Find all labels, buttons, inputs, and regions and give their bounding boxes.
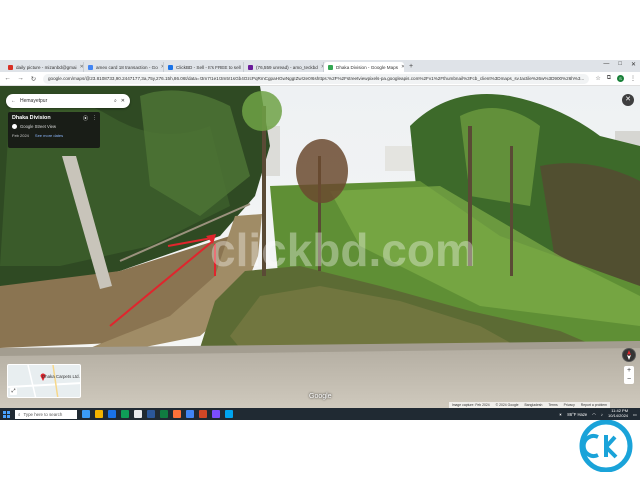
capture-date-row: Feb 2024 See more dates (12, 133, 96, 138)
tab-label: (76,559 unread) - amo_teckbd (256, 64, 318, 70)
search-icon: ⌕ (18, 411, 21, 417)
clickbd-logo (579, 420, 633, 472)
windows-start-icon[interactable] (3, 410, 10, 418)
search-input[interactable]: Hemayetpur (20, 98, 110, 104)
taskbar-app-icon[interactable] (186, 410, 194, 418)
taskbar-app-icon[interactable] (160, 410, 168, 418)
card-actions: ⦿ ⋮ (83, 115, 97, 122)
taskbar-app-icon[interactable] (95, 410, 103, 418)
clickbd-icon (168, 64, 173, 70)
capture-info: Image capture: Feb 2024 (451, 403, 490, 407)
pin-icon[interactable]: ⦿ (83, 115, 88, 122)
google-icon (12, 124, 17, 129)
tab-gmail[interactable]: daily picture - mizanbd@gmai ✕ (4, 62, 84, 72)
weather-icon[interactable]: ☀ (559, 412, 563, 417)
back-arrow-icon[interactable]: ← (11, 98, 16, 104)
maximize-button[interactable]: □ (618, 61, 622, 68)
tab-label: amex card 18 transaction - Go (96, 64, 158, 70)
minimap[interactable]: Dhaka Carpets Ltd. ⤢ (7, 364, 81, 398)
screenshot-frame: daily picture - mizanbd@gmai ✕ amex card … (0, 60, 640, 420)
clock-date: 10/14/2024 (608, 413, 629, 418)
windows-taskbar: ⌕ Type here to search ☀ 86°F Haze ◠ ♪ 11:… (0, 408, 640, 420)
google-logo: Google (309, 393, 332, 400)
search-box[interactable]: ← Hemayetpur ⌕ ✕ (6, 94, 130, 108)
tab-label: Dhaka Division - Google Maps (336, 64, 399, 70)
google-icon (88, 64, 93, 70)
address-bar: ← → ↻ google.com/maps/@23.8108733,90.244… (0, 72, 640, 86)
taskbar-app-icon[interactable] (173, 410, 181, 418)
taskbar-app-icon[interactable] (134, 410, 142, 418)
tab-google-maps[interactable]: Dhaka Division - Google Maps ✕ (324, 62, 404, 72)
dry-tree (296, 139, 348, 203)
minimap-label: Dhaka Carpets Ltd. (42, 374, 80, 379)
watermark-text: clickbd.com (210, 224, 476, 276)
window-controls: — □ ✕ (603, 61, 636, 68)
tab-google-search[interactable]: amex card 18 transaction - Go✕ (84, 62, 164, 72)
tree-trunk (510, 146, 513, 276)
report-problem-link[interactable]: Report a problem (581, 403, 607, 407)
minimap-roads (8, 365, 80, 397)
tab-strip: daily picture - mizanbd@gmai ✕ amex card … (0, 60, 640, 72)
taskbar-app-icon[interactable] (82, 410, 90, 418)
expand-map-icon[interactable]: ⤢ (10, 388, 17, 395)
wifi-icon[interactable]: ◠ (592, 412, 596, 417)
copyright: © 2024 Google (495, 403, 519, 407)
gmail-icon (8, 64, 13, 70)
toolbar-right: ☆ ⧉ S ⋮ (595, 75, 636, 82)
location-info-card: Dhaka Division Google Street View Feb 20… (8, 112, 100, 148)
weather-text[interactable]: 86°F Haze (567, 412, 587, 417)
system-tray: ☀ 86°F Haze ◠ ♪ 11:42 PM 10/14/2024 ▭ (559, 409, 637, 418)
taskbar-search[interactable]: ⌕ Type here to search (15, 409, 77, 419)
notifications-icon[interactable]: ▭ (633, 412, 637, 417)
mail-icon (248, 64, 253, 70)
close-window-button[interactable]: ✕ (631, 61, 636, 68)
taskbar-app-icon[interactable] (212, 410, 220, 418)
reload-icon[interactable]: ↻ (30, 75, 37, 83)
maps-icon (328, 64, 333, 70)
tree-canopy (242, 91, 282, 131)
zoom-out-button[interactable]: − (627, 376, 631, 383)
source-row: Google Street View (12, 124, 96, 129)
privacy-link[interactable]: Privacy (564, 403, 575, 407)
menu-icon[interactable]: ⋮ (630, 75, 636, 82)
zoom-in-button[interactable]: + (627, 367, 631, 374)
forward-icon[interactable]: → (17, 75, 24, 82)
tab-label: daily picture - mizanbd@gmai (16, 64, 77, 70)
source-label: Google Street View (20, 124, 57, 129)
taskbar-app-icon[interactable] (108, 410, 116, 418)
capture-date: Feb 2024 (12, 133, 29, 138)
taskbar-app-icon[interactable] (147, 410, 155, 418)
see-more-dates-link[interactable]: See more dates (35, 133, 63, 138)
region[interactable]: Bangladesh (525, 403, 543, 407)
close-icon[interactable]: ✕ (121, 98, 125, 104)
tab-mail[interactable]: (76,559 unread) - amo_teckbd✕ (244, 62, 324, 72)
tab-clickbd[interactable]: ClickBD - Sell - It's FREE to sell✕ (164, 62, 244, 72)
clock[interactable]: 11:42 PM 10/14/2024 (608, 409, 628, 418)
compass-icon[interactable] (622, 348, 636, 362)
volume-icon[interactable]: ♪ (601, 412, 603, 417)
search-icon[interactable]: ⌕ (114, 98, 117, 104)
taskbar-search-placeholder: Type here to search (23, 411, 63, 417)
close-street-view-button[interactable]: ✕ (622, 94, 634, 106)
terms-link[interactable]: Terms (548, 403, 557, 407)
more-icon[interactable]: ⋮ (92, 115, 97, 122)
tab-label: ClickBD - Sell - It's FREE to sell (176, 64, 241, 70)
taskbar-app-icon[interactable] (199, 410, 207, 418)
building (385, 146, 415, 171)
taskbar-apps (82, 410, 233, 418)
zoom-control: + − (624, 366, 634, 384)
back-icon[interactable]: ← (4, 75, 11, 82)
new-tab-button[interactable]: + (404, 62, 418, 72)
taskbar-app-icon[interactable] (225, 410, 233, 418)
star-icon[interactable]: ☆ (595, 75, 600, 82)
minimize-button[interactable]: — (603, 61, 609, 68)
street-view-panorama[interactable]: clickbd.com ← Hemayetpur ⌕ ✕ Dhaka Divis… (0, 86, 640, 408)
taskbar-app-icon[interactable] (121, 410, 129, 418)
extensions-icon[interactable]: ⧉ (607, 75, 611, 82)
avatar[interactable]: S (617, 75, 624, 82)
url-input[interactable]: google.com/maps/@23.8108733,90.2447177,3… (43, 73, 590, 84)
